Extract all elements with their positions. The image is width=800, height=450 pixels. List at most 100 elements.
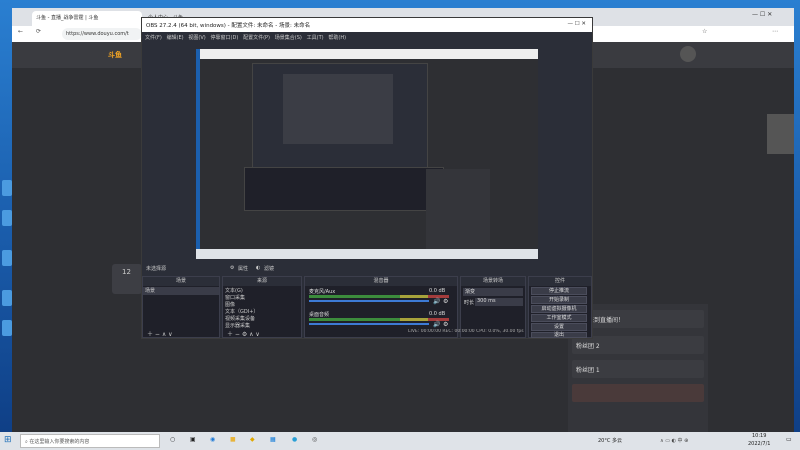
taskview-icon[interactable]: ▣ <box>190 436 196 443</box>
properties-button[interactable]: 属性 <box>238 265 248 272</box>
preview-canvas[interactable] <box>196 49 538 259</box>
menu-help[interactable]: 帮助(H) <box>328 35 346 41</box>
tab-label: 斗鱼 - 直播_战争雷霆 | 斗鱼 <box>36 15 99 21</box>
store-icon[interactable]: ▦ <box>270 436 276 443</box>
refresh-icon[interactable]: ⟳ <box>36 28 41 35</box>
menu-edit[interactable]: 编辑(E) <box>167 35 184 41</box>
desktop-icon[interactable] <box>2 290 12 306</box>
rec-time: 00:00:00 <box>454 329 475 334</box>
menu-view[interactable]: 视图(V) <box>188 35 205 41</box>
edge-icon[interactable]: ◉ <box>210 436 215 443</box>
stop-streaming-button[interactable]: 停止推流 <box>531 287 587 295</box>
captured-browser-bar <box>200 49 538 59</box>
captured-chat <box>426 169 490 249</box>
studio-mode-button[interactable]: 工作室模式 <box>531 314 587 322</box>
chat-item: 粉丝团 1 <box>572 360 704 378</box>
browser-icon[interactable]: ● <box>292 436 297 443</box>
windows-start-icon[interactable]: ⊞ <box>4 435 12 445</box>
app-icon[interactable]: ◆ <box>250 436 255 443</box>
captured-obs-window <box>252 63 428 173</box>
obs-title-bar: OBS 27.2.4 (64 bit, windows) - 配置文件: 未命名… <box>142 18 592 32</box>
obs-window-controls[interactable]: — ☐ ✕ <box>567 21 586 27</box>
filters-button[interactable]: 滤镜 <box>264 265 274 272</box>
channel-name: 麦克风/Aux <box>309 289 336 295</box>
clock-time[interactable]: 10:19 <box>752 433 766 439</box>
folder-icon[interactable]: ■ <box>230 436 236 443</box>
virtual-camera-button[interactable]: 启动虚拟摄像机 <box>531 305 587 313</box>
volume-meter <box>309 295 449 298</box>
panel-title: 场景转场 <box>461 277 525 286</box>
gear-icon[interactable]: ⚙ <box>443 298 448 305</box>
obs-window: OBS 27.2.4 (64 bit, windows) - 配置文件: 未命名… <box>141 17 593 339</box>
live-time: 00:00:00 <box>420 329 441 334</box>
channel-level: 0.0 dB <box>429 311 446 317</box>
menu-docks[interactable]: 停靠窗口(D) <box>211 35 239 41</box>
volume-slider[interactable] <box>309 323 429 325</box>
desktop-icon[interactable] <box>2 210 12 226</box>
scene-item[interactable]: 场景 <box>143 287 219 295</box>
menu-scene-collection[interactable]: 场景集合(S) <box>275 35 302 41</box>
clock-date[interactable]: 2022/7/1 <box>748 441 770 447</box>
weather-widget[interactable]: 20°C 多云 <box>598 437 622 444</box>
volume-slider[interactable] <box>309 300 429 302</box>
duration-input[interactable]: 300 ms <box>475 298 523 306</box>
add-remove-icons[interactable]: ＋ − ∧ ∨ <box>147 329 173 338</box>
desktop-icon[interactable] <box>2 320 12 336</box>
nested-preview <box>283 74 393 144</box>
url-field[interactable]: https://www.douyu.com/t <box>62 28 142 40</box>
room-stat-card: 12 <box>112 264 142 294</box>
search-icon: ⌕ <box>25 439 28 445</box>
chat-item <box>572 384 704 402</box>
desktop-icon[interactable] <box>2 180 12 196</box>
browser-tab[interactable]: 斗鱼 - 直播_战争雷霆 | 斗鱼 <box>32 11 142 26</box>
no-source-label: 未选择源 <box>146 266 167 272</box>
transition-select[interactable]: 渐变 <box>463 288 523 296</box>
panel-title: 场景 <box>143 277 219 286</box>
speaker-icon[interactable]: 🔊 <box>433 298 440 305</box>
menu-tools[interactable]: 工具(T) <box>307 35 324 41</box>
task-view-icon[interactable]: ○ <box>170 436 175 443</box>
source-toolbar: 未选择源 ⚙ 属性 ◐ 滤镜 <box>142 262 592 274</box>
taskbar-search[interactable]: ⌕ 在这里输入你要搜索的内容 <box>20 434 160 448</box>
menu-icon[interactable]: ⋯ <box>772 28 778 35</box>
notification-icon[interactable]: ▭ <box>786 436 792 443</box>
channel-level: 0.0 dB <box>429 288 446 294</box>
cpu-fps: CPU: 0.0%, 30.00 fps <box>476 329 524 334</box>
panel-title: 控件 <box>529 277 591 286</box>
stat-number: 12 <box>122 268 131 276</box>
desktop-icon[interactable] <box>2 250 12 266</box>
scenes-panel: 场景 场景 ＋ − ∧ ∨ <box>142 276 220 338</box>
panel-title: 来源 <box>223 277 301 286</box>
sources-panel: 来源 文本(G) 窗口采集 图像 文本（GDI+） 视频采集设备 显示器采集 ＋… <box>222 276 302 338</box>
gear-icon[interactable]: ⚙ <box>230 265 234 271</box>
add-remove-icons[interactable]: ＋ − ⚙ ∧ ∨ <box>227 329 260 338</box>
url-text: https://www.douyu.com/t <box>66 31 129 37</box>
captured-obs-docks <box>244 167 444 211</box>
obs-menubar: 文件(F) 编辑(E) 视图(V) 停靠窗口(D) 配置文件(P) 场景集合(S… <box>142 32 592 42</box>
douyu-logo[interactable]: 斗鱼 <box>108 50 122 60</box>
search-placeholder: 在这里输入你要搜索的内容 <box>29 439 90 445</box>
live-label: LIVE: <box>408 329 420 334</box>
volume-meter <box>309 318 449 321</box>
taskbar: ⊞ ⌕ 在这里输入你要搜索的内容 ○ ▣ ◉ ■ ◆ ▦ ● ◎ 20°C 多云… <box>0 432 800 450</box>
start-recording-button[interactable]: 开始录制 <box>531 296 587 304</box>
avatar[interactable] <box>680 46 696 62</box>
duration-label: 时长 <box>464 300 475 306</box>
menu-file[interactable]: 文件(F) <box>145 35 162 41</box>
rec-label: REC: <box>442 329 454 334</box>
speaker-icon[interactable]: 🔊 <box>433 321 440 328</box>
channel-name: 桌面音频 <box>309 312 330 318</box>
obs-title: OBS 27.2.4 (64 bit, windows) - 配置文件: 未命名… <box>146 23 311 29</box>
obs-status-bar: LIVE: 00:00:00 REC: 00:00:00 CPU: 0.0%, … <box>408 329 592 338</box>
tray-icons[interactable]: ∧ ▭ ◐ 中 ⊕ <box>660 437 688 444</box>
panel-title: 混音器 <box>305 277 457 286</box>
menu-profile[interactable]: 配置文件(P) <box>243 35 270 41</box>
favorites-icon[interactable]: ☆ <box>702 28 707 35</box>
obs-icon[interactable]: ◎ <box>312 436 317 443</box>
back-icon[interactable]: ← <box>18 28 23 35</box>
captured-taskbar <box>196 249 538 259</box>
filter-icon[interactable]: ◐ <box>256 265 260 271</box>
window-controls[interactable]: — ☐ ✕ <box>752 11 772 18</box>
gear-icon[interactable]: ⚙ <box>443 321 448 328</box>
side-ad-image[interactable] <box>767 114 794 154</box>
